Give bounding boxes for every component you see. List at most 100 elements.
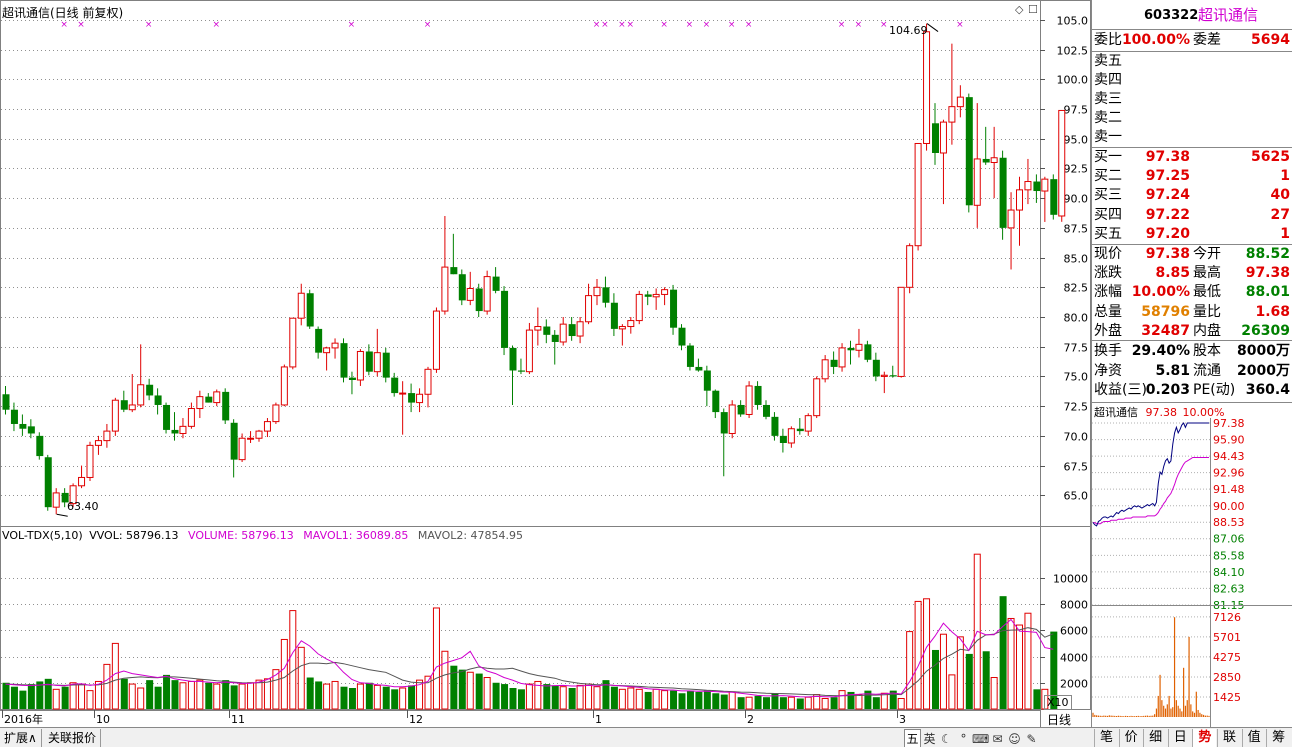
period-label[interactable]: 日线 — [1047, 711, 1071, 728]
tab-related-quote[interactable]: 关联报价 — [44, 729, 102, 747]
tab-extend[interactable]: 扩展∧ — [0, 729, 42, 747]
candle[interactable] — [128, 374, 136, 413]
candle[interactable] — [163, 402, 171, 434]
candle[interactable] — [779, 428, 787, 453]
candle[interactable] — [1050, 174, 1058, 220]
buy-level-row[interactable]: 买四 97.22 27 — [1092, 206, 1292, 225]
candle[interactable] — [728, 400, 736, 439]
candle[interactable] — [492, 267, 500, 294]
candle[interactable] — [906, 243, 914, 294]
candle[interactable] — [475, 283, 483, 318]
candle[interactable] — [399, 381, 407, 435]
finance-row[interactable]: 收益(三) 0.203 PE(动) 360.4 — [1092, 381, 1292, 400]
candle[interactable] — [331, 338, 339, 359]
ime-icon[interactable]: ☺ — [1006, 730, 1023, 747]
panel-tab[interactable]: 细 — [1143, 729, 1167, 747]
candle[interactable] — [103, 423, 111, 448]
candle[interactable] — [373, 328, 381, 377]
candle[interactable] — [348, 371, 356, 395]
candle[interactable] — [889, 365, 897, 378]
sell-level-row[interactable]: 卖一 — [1092, 128, 1292, 147]
candle[interactable] — [280, 364, 288, 407]
panel-tab[interactable]: 筹 — [1266, 729, 1290, 747]
event-marker[interactable]: × — [686, 20, 694, 30]
event-marker[interactable]: × — [60, 20, 68, 30]
event-marker[interactable]: × — [212, 20, 220, 30]
candle[interactable] — [416, 388, 424, 413]
candle[interactable] — [745, 381, 753, 419]
candle[interactable] — [678, 324, 686, 351]
chart-options-icon[interactable]: ◇ — [1015, 3, 1023, 16]
event-marker[interactable]: × — [618, 20, 626, 30]
candle[interactable] — [111, 397, 119, 436]
event-marker[interactable]: × — [348, 20, 356, 30]
panel-tab[interactable]: 笔 — [1094, 729, 1118, 747]
candle[interactable] — [939, 119, 947, 205]
candle[interactable] — [990, 126, 998, 199]
candle[interactable] — [864, 340, 872, 363]
candle[interactable] — [458, 269, 466, 306]
candle[interactable] — [255, 429, 263, 442]
candle[interactable] — [965, 93, 973, 213]
volume-bars[interactable] — [2, 553, 1058, 710]
candle[interactable] — [897, 286, 905, 378]
candle[interactable] — [914, 142, 922, 251]
event-marker[interactable]: × — [593, 20, 601, 30]
candle[interactable] — [644, 290, 652, 306]
candle[interactable] — [222, 388, 230, 424]
panel-tab[interactable]: 日 — [1167, 729, 1192, 747]
candle[interactable] — [1041, 176, 1049, 222]
event-marker[interactable]: × — [627, 20, 635, 30]
candle[interactable] — [213, 389, 221, 407]
quote-row[interactable]: 涨幅 10.00% 最低 88.01 — [1092, 283, 1292, 302]
candle[interactable] — [763, 400, 770, 420]
event-marker[interactable]: × — [601, 20, 609, 30]
candle[interactable] — [179, 418, 187, 439]
candle[interactable] — [855, 328, 863, 358]
candle[interactable] — [948, 43, 956, 145]
candle[interactable] — [86, 441, 94, 482]
candle[interactable] — [635, 290, 643, 325]
candle[interactable] — [517, 358, 525, 375]
candle[interactable] — [52, 488, 60, 515]
candle[interactable] — [1058, 109, 1066, 222]
candle[interactable] — [821, 355, 829, 383]
candle[interactable] — [247, 431, 255, 443]
candle[interactable] — [576, 317, 584, 344]
candle[interactable] — [804, 413, 812, 436]
candle[interactable] — [263, 418, 271, 438]
candle[interactable] — [754, 381, 762, 410]
candle[interactable] — [154, 388, 162, 415]
candle[interactable] — [712, 389, 720, 419]
ime-icon[interactable]: ☾ — [938, 730, 955, 747]
event-marker[interactable]: × — [880, 20, 888, 30]
candle[interactable] — [737, 400, 745, 417]
candle[interactable] — [1007, 192, 1015, 270]
ime-icon[interactable]: ° — [955, 730, 972, 747]
candle[interactable] — [441, 215, 449, 315]
candle[interactable] — [466, 271, 474, 306]
candle[interactable] — [27, 419, 35, 439]
candle[interactable] — [686, 343, 694, 371]
candle[interactable] — [196, 390, 204, 419]
ime-icon[interactable]: ✉ — [989, 730, 1006, 747]
candle[interactable] — [382, 347, 390, 383]
candle[interactable] — [618, 324, 626, 346]
candle[interactable] — [137, 344, 145, 408]
candle[interactable] — [146, 378, 154, 401]
quote-row[interactable]: 涨跌 8.85 最高 97.38 — [1092, 264, 1292, 283]
buy-level-row[interactable]: 买一 97.38 5625 — [1092, 148, 1292, 167]
candle[interactable] — [627, 317, 635, 334]
candle[interactable] — [593, 278, 601, 306]
candle[interactable] — [568, 317, 576, 341]
ime-icon[interactable]: 五 — [904, 729, 921, 747]
candle[interactable] — [509, 345, 517, 405]
event-marker[interactable]: × — [838, 20, 846, 30]
quote-row[interactable]: 总量 58796 量比 1.68 — [1092, 303, 1292, 322]
ime-icon[interactable]: ⌨ — [972, 730, 989, 747]
buy-level-row[interactable]: 买二 97.25 1 — [1092, 167, 1292, 186]
candle[interactable] — [559, 317, 567, 346]
candle[interactable] — [610, 293, 618, 337]
candle[interactable] — [847, 340, 855, 365]
candle[interactable] — [450, 233, 458, 275]
